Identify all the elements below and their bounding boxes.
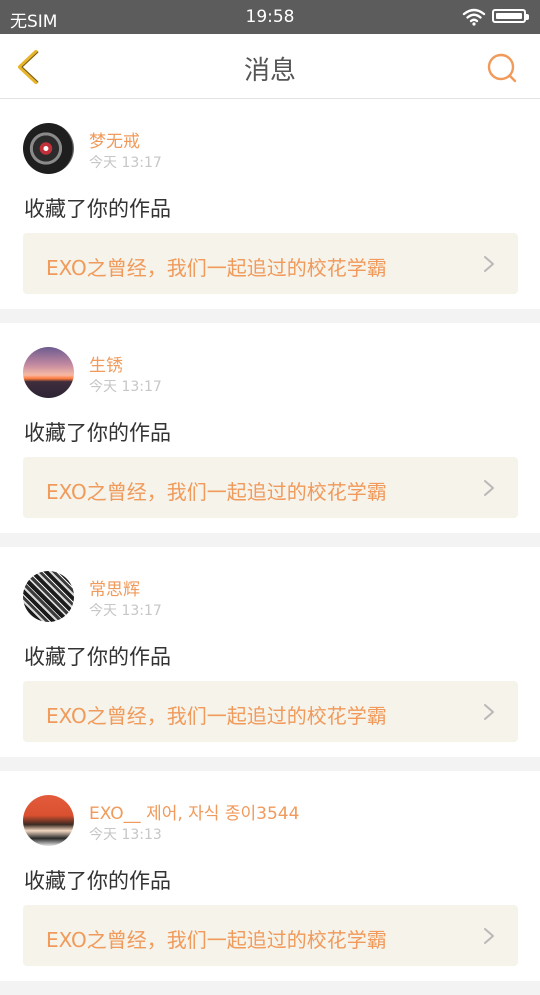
work-link[interactable]: EXO之曾经，我们一起追过的校花学霸 — [23, 681, 518, 742]
message-card: 生锈 今天 13:17 收藏了你的作品 EXO之曾经，我们一起追过的校花学霸 — [0, 323, 540, 533]
work-title: EXO之曾经，我们一起追过的校花学霸 — [46, 928, 387, 952]
work-title: EXO之曾经，我们一起追过的校花学霸 — [46, 704, 387, 728]
message-action: 收藏了你的作品 — [24, 421, 171, 445]
work-title: EXO之曾经，我们一起追过的校花学霸 — [46, 480, 387, 504]
work-link[interactable]: EXO之曾经，我们一起追过的校花学霸 — [23, 457, 518, 518]
message-card: EXO__ 제어, 자식 종이3544 今天 13:13 收藏了你的作品 EXO… — [0, 771, 540, 981]
avatar[interactable] — [23, 571, 74, 622]
message-time: 今天 13:17 — [89, 379, 162, 395]
battery-icon — [492, 9, 529, 23]
page-title: 消息 — [243, 56, 296, 86]
message-time: 今天 13:17 — [89, 603, 162, 619]
message-list: 梦无戒 今天 13:17 收藏了你的作品 EXO之曾经，我们一起追过的校花学霸 … — [0, 99, 540, 995]
avatar[interactable] — [23, 795, 74, 846]
message-card: 常思辉 今天 13:17 收藏了你的作品 EXO之曾经，我们一起追过的校花学霸 — [0, 547, 540, 757]
message-card: 梦无戒 今天 13:17 收藏了你的作品 EXO之曾经，我们一起追过的校花学霸 — [0, 99, 540, 309]
avatar[interactable] — [23, 347, 74, 398]
chevron-right-icon — [484, 928, 494, 944]
app-header: 消息 — [0, 34, 540, 99]
chevron-right-icon — [484, 704, 494, 720]
message-action: 收藏了你的作品 — [24, 869, 171, 893]
sender-name[interactable]: EXO__ 제어, 자식 종이3544 — [89, 799, 299, 824]
work-title: EXO之曾经，我们一起追过的校花学霸 — [46, 256, 387, 280]
search-icon[interactable] — [486, 52, 518, 84]
message-time: 今天 13:13 — [89, 827, 162, 843]
work-link[interactable]: EXO之曾经，我们一起追过的校花学霸 — [23, 233, 518, 294]
work-link[interactable]: EXO之曾经，我们一起追过的校花学霸 — [23, 905, 518, 966]
wifi-icon — [462, 8, 486, 26]
sender-name[interactable]: 生锈 — [89, 351, 123, 376]
status-time: 19:58 — [245, 7, 295, 27]
chevron-right-icon — [484, 256, 494, 272]
sender-name[interactable]: 梦无戒 — [89, 127, 140, 152]
message-action: 收藏了你的作品 — [24, 645, 171, 669]
avatar[interactable] — [23, 123, 74, 174]
message-action: 收藏了你的作品 — [24, 197, 171, 221]
status-bar: 无SIM 19:58 — [0, 0, 540, 34]
message-time: 今天 13:17 — [89, 155, 162, 171]
sender-name[interactable]: 常思辉 — [89, 575, 140, 600]
chevron-right-icon — [484, 480, 494, 496]
